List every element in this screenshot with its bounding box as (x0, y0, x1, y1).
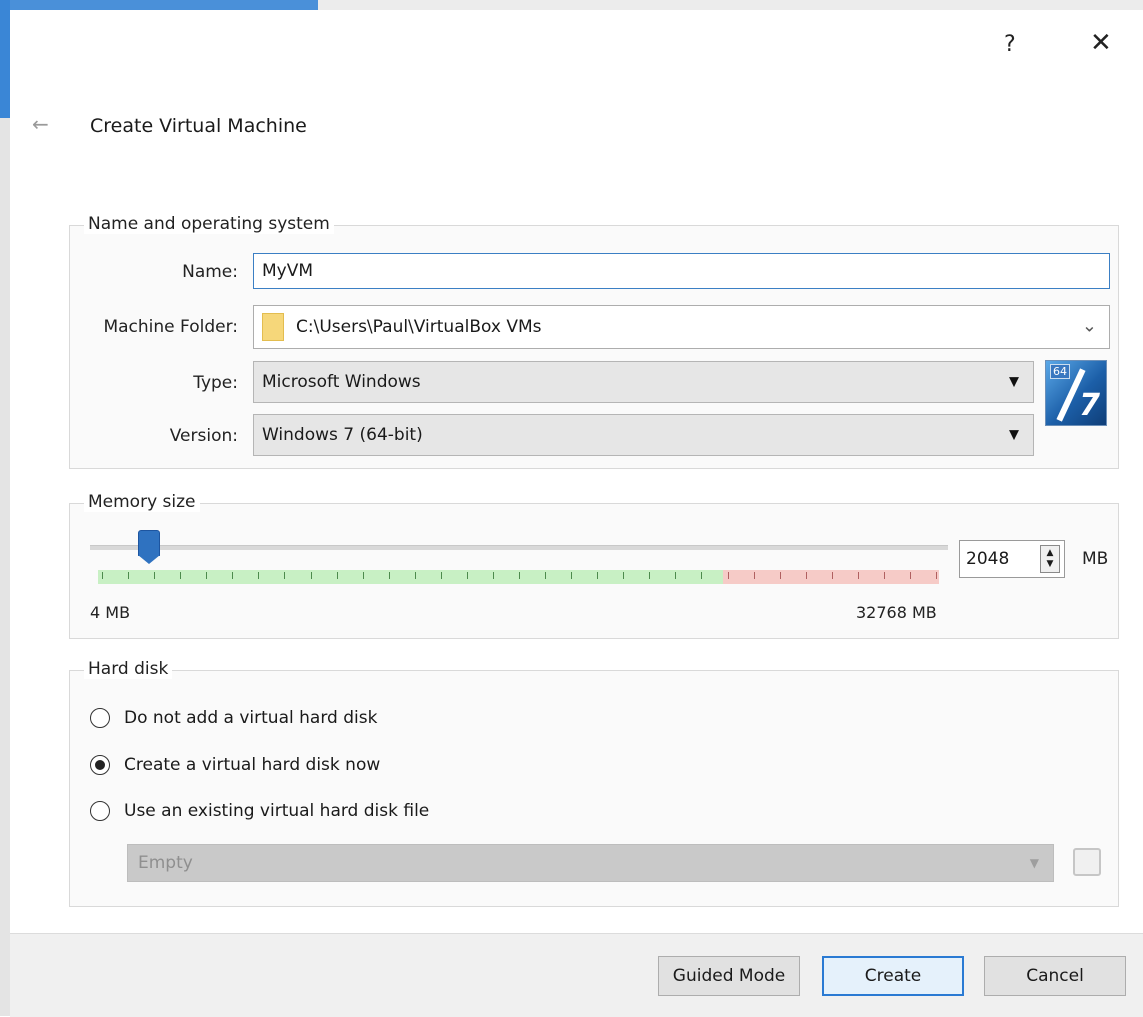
guided-mode-button[interactable]: Guided Mode (658, 956, 800, 996)
memory-scale-tick (910, 572, 911, 579)
create-button[interactable]: Create (822, 956, 964, 996)
dropdown-arrow-icon: ▼ (1009, 427, 1019, 443)
dropdown-arrow-icon: ▼ (1029, 856, 1039, 870)
memory-scale-tick (415, 572, 416, 579)
back-arrow-icon: ← (32, 112, 49, 136)
radio-button[interactable] (90, 755, 110, 775)
machine-folder-select[interactable]: C:\Users\Paul\VirtualBox VMs ⌄ (253, 305, 1110, 349)
name-os-legend: Name and operating system (84, 214, 334, 234)
memory-spinbox[interactable]: 2048 ▲ ▼ (959, 540, 1065, 578)
radio-create-disk[interactable]: Create a virtual hard disk now (90, 755, 380, 775)
memory-scale-tick (728, 572, 729, 579)
radio-button[interactable] (90, 801, 110, 821)
memory-scale-tick (623, 572, 624, 579)
machine-folder-label: Machine Folder: (103, 317, 238, 337)
hard-disk-legend: Hard disk (84, 659, 173, 679)
close-button[interactable]: ✕ (1090, 28, 1112, 58)
version-label: Version: (169, 426, 238, 446)
memory-slider-handle[interactable] (138, 530, 160, 564)
type-label: Type: (193, 373, 238, 393)
name-input[interactable] (253, 253, 1110, 289)
choose-disk-file-icon (1073, 848, 1101, 876)
stepper-up-icon[interactable]: ▲ (1047, 548, 1054, 559)
type-select[interactable]: Microsoft Windows ▼ (253, 361, 1034, 403)
memory-scale-tick (780, 572, 781, 579)
memory-scale-tick (337, 572, 338, 579)
radio-existing-disk[interactable]: Use an existing virtual hard disk file (90, 801, 429, 821)
memory-scale-tick (754, 572, 755, 579)
memory-scale-tick (284, 572, 285, 579)
cancel-button[interactable]: Cancel (984, 956, 1126, 996)
memory-scale-tick (571, 572, 572, 579)
memory-scale-tick (206, 572, 207, 579)
memory-scale-tick (884, 572, 885, 579)
memory-slider-track[interactable] (90, 545, 948, 550)
memory-scale-tick (701, 572, 702, 579)
memory-scale-tick (858, 572, 859, 579)
os-type-icon: 64 7 (1045, 360, 1107, 426)
os-icon-badge: 64 (1050, 364, 1070, 379)
radio-button[interactable] (90, 708, 110, 728)
memory-scale-tick (102, 572, 103, 579)
memory-scale-tick (675, 572, 676, 579)
name-label: Name: (182, 262, 238, 282)
memory-scale-tick (154, 572, 155, 579)
memory-min-label: 4 MB (90, 603, 131, 622)
memory-scale-tick (258, 572, 259, 579)
version-value: Windows 7 (64-bit) (262, 425, 423, 445)
radio-no-disk[interactable]: Do not add a virtual hard disk (90, 708, 377, 728)
memory-scale-tick (597, 572, 598, 579)
memory-unit-label: MB (1082, 549, 1109, 569)
radio-label: Do not add a virtual hard disk (124, 708, 378, 728)
memory-scale-tick (180, 572, 181, 579)
os-icon-numeral: 7 (1079, 388, 1100, 423)
memory-scale-tick (936, 572, 937, 579)
memory-scale-tick (363, 572, 364, 579)
memory-scale-tick (832, 572, 833, 579)
memory-scale-unsafe (723, 570, 939, 584)
memory-scale-tick (232, 572, 233, 579)
radio-label: Create a virtual hard disk now (124, 755, 381, 775)
memory-scale-tick (519, 572, 520, 579)
memory-scale-tick (806, 572, 807, 579)
folder-icon (262, 313, 284, 341)
chevron-down-icon: ⌄ (1081, 315, 1097, 337)
machine-folder-value: C:\Users\Paul\VirtualBox VMs (296, 317, 542, 337)
memory-stepper[interactable]: ▲ ▼ (1040, 545, 1060, 573)
dropdown-arrow-icon: ▼ (1009, 374, 1019, 390)
memory-scale-tick (441, 572, 442, 579)
disk-file-value: Empty (138, 853, 193, 873)
version-select[interactable]: Windows 7 (64-bit) ▼ (253, 414, 1034, 456)
window-top-accent (0, 0, 318, 10)
radio-selected-dot (95, 760, 105, 770)
memory-scale-tick (545, 572, 546, 579)
type-value: Microsoft Windows (262, 372, 421, 392)
window-left-accent (0, 0, 10, 118)
memory-scale-tick (493, 572, 494, 579)
memory-scale-tick (389, 572, 390, 579)
memory-scale-safe (98, 570, 723, 584)
button-bar (10, 933, 1143, 1017)
memory-max-label: 32768 MB (856, 603, 937, 622)
stepper-down-icon[interactable]: ▼ (1047, 559, 1054, 570)
memory-scale-tick (311, 572, 312, 579)
window-left-edge (0, 0, 10, 1016)
radio-label: Use an existing virtual hard disk file (124, 801, 430, 821)
memory-legend: Memory size (84, 492, 200, 512)
memory-scale-tick (467, 572, 468, 579)
help-button[interactable]: ? (1004, 32, 1016, 57)
memory-scale-tick (649, 572, 650, 579)
dialog-title: Create Virtual Machine (90, 115, 307, 137)
disk-file-select: Empty ▼ (127, 844, 1054, 882)
memory-scale-tick (128, 572, 129, 579)
memory-value: 2048 (966, 549, 1010, 569)
